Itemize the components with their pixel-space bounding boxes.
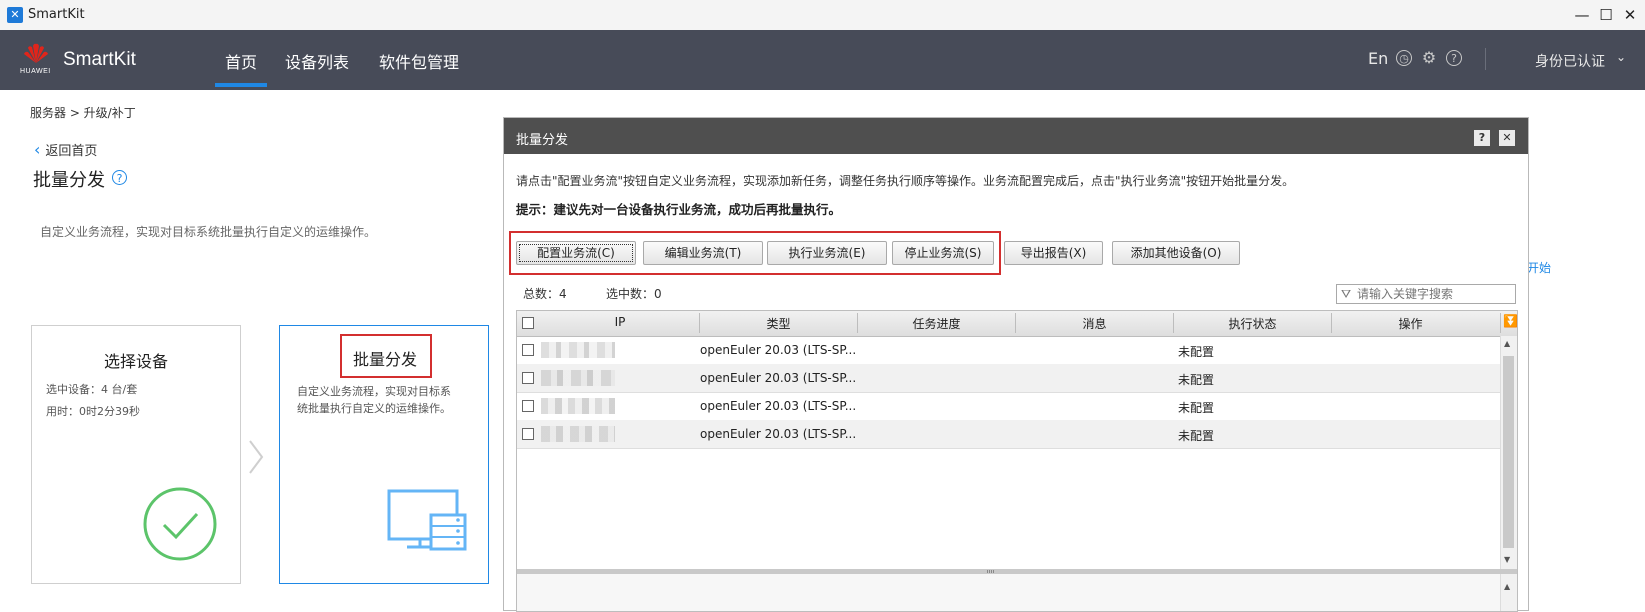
detail-pane-scrollbar[interactable]: ▲	[1500, 574, 1517, 611]
page-title: 批量分发	[33, 170, 105, 191]
active-tab-indicator	[215, 83, 267, 87]
device-type: openEuler 20.03 (LTS-SP...	[700, 343, 857, 357]
toolbox-icon: ✕	[7, 7, 23, 23]
column-header-status[interactable]: 执行状态	[1174, 315, 1331, 332]
dialog-instructions: 请点击"配置业务流"按钮自定义业务流程，实现添加新任务，调整任务执行顺序等操作。…	[516, 174, 1295, 188]
select-all-checkbox[interactable]	[522, 317, 534, 329]
chevron-left-icon: ‹	[34, 140, 41, 159]
step-card-desc-line1: 自定义业务流程，实现对目标系	[297, 385, 451, 398]
selected-device-count: 选中设备：4 台/套	[46, 383, 138, 396]
help-icon[interactable]: ?	[1474, 130, 1490, 146]
table-vertical-scrollbar[interactable]: ▲ ▼	[1500, 336, 1517, 569]
nav-divider	[1485, 48, 1486, 70]
scroll-up-icon[interactable]: ▲	[1504, 339, 1510, 348]
column-header-progress[interactable]: 任务进度	[858, 315, 1015, 332]
ip-address-redacted	[541, 426, 615, 442]
row-checkbox[interactable]	[522, 372, 534, 384]
search-box[interactable]: ⛛	[1336, 284, 1516, 304]
column-header-message[interactable]: 消息	[1016, 315, 1173, 332]
edit-workflow-button[interactable]: 编辑业务流(T)	[643, 241, 763, 265]
column-divider	[1500, 313, 1501, 333]
user-auth-status[interactable]: 身份已认证	[1535, 51, 1605, 71]
ip-address-redacted	[541, 398, 615, 414]
row-checkbox[interactable]	[522, 344, 534, 356]
back-home-link[interactable]: ‹ 返回首页	[34, 140, 97, 159]
start-link[interactable]: 开始	[1527, 259, 1551, 276]
export-report-button[interactable]: 导出报告(X)	[1004, 241, 1103, 265]
column-header-type[interactable]: 类型	[700, 315, 857, 332]
detail-pane: ▲	[517, 574, 1517, 611]
close-icon[interactable]: ✕	[1499, 130, 1515, 146]
column-chooser-icon[interactable]: ⏬	[1503, 314, 1517, 328]
execution-status: 未配置	[1178, 373, 1215, 387]
stop-workflow-button[interactable]: 停止业务流(S)	[892, 241, 994, 265]
step-card-batch-dispatch[interactable]: 批量分发 自定义业务流程，实现对目标系 统批量执行自定义的运维操作。	[279, 325, 489, 584]
window-title-bar: ✕ SmartKit — ☐ ✕	[0, 0, 1645, 31]
ip-address-redacted	[541, 342, 615, 358]
ip-address-redacted	[541, 370, 615, 386]
nav-tab-home[interactable]: 首页	[225, 49, 257, 73]
device-table: IP 类型 任务进度 消息 执行状态 操作 ⏬ openEuler 20.03 …	[516, 310, 1518, 612]
step-card-title: 批量分发	[353, 350, 418, 369]
execution-status: 未配置	[1178, 401, 1215, 415]
dialog-tip: 提示：建议先对一台设备执行业务流，成功后再批量执行。	[516, 202, 842, 217]
execute-workflow-button[interactable]: 执行业务流(E)	[767, 241, 887, 265]
close-icon[interactable]: ✕	[1619, 4, 1641, 26]
device-type: openEuler 20.03 (LTS-SP...	[700, 371, 857, 385]
nav-tab-device-list[interactable]: 设备列表	[285, 49, 349, 73]
step-card-desc-line2: 统批量执行自定义的运维操作。	[297, 402, 451, 415]
table-row[interactable]: openEuler 20.03 (LTS-SP... 未配置	[517, 364, 1500, 393]
table-row[interactable]: openEuler 20.03 (LTS-SP... 未配置	[517, 420, 1500, 449]
dialog-header: 批量分发 ? ✕	[504, 118, 1528, 154]
splitter-grip-icon	[987, 570, 995, 573]
back-home-label: 返回首页	[45, 144, 98, 159]
language-switch[interactable]: En	[1368, 49, 1388, 68]
configure-workflow-button[interactable]: 配置业务流(C)	[516, 241, 636, 265]
execution-status: 未配置	[1178, 429, 1215, 443]
clock-icon[interactable]: ◷	[1396, 50, 1412, 66]
elapsed-time: 用时：0时2分39秒	[46, 405, 140, 418]
add-device-button[interactable]: 添加其他设备(O)	[1112, 241, 1240, 265]
table-row[interactable]: openEuler 20.03 (LTS-SP... 未配置	[517, 336, 1500, 365]
chevron-right-icon	[249, 440, 264, 474]
selected-count: 选中数：0	[606, 287, 662, 301]
help-icon[interactable]: ?	[1446, 50, 1462, 66]
brand-title: SmartKit	[63, 49, 136, 70]
step-card-select-device[interactable]: 选择设备 选中设备：4 台/套 用时：0时2分39秒	[31, 325, 241, 584]
check-circle-icon	[143, 487, 217, 561]
filter-icon[interactable]: ⛛	[1341, 287, 1351, 302]
maximize-icon[interactable]: ☐	[1595, 4, 1617, 26]
column-header-ip[interactable]: IP	[541, 315, 699, 329]
nav-tab-package-management[interactable]: 软件包管理	[379, 49, 459, 73]
dialog-title: 批量分发	[516, 133, 569, 148]
device-type: openEuler 20.03 (LTS-SP...	[700, 427, 857, 441]
huawei-logo-icon	[24, 43, 48, 63]
server-monitor-icon	[387, 489, 467, 551]
row-checkbox[interactable]	[522, 400, 534, 412]
minimize-icon[interactable]: —	[1571, 4, 1593, 26]
scroll-down-icon[interactable]: ▼	[1504, 555, 1510, 564]
table-row[interactable]: openEuler 20.03 (LTS-SP... 未配置	[517, 392, 1500, 421]
batch-dispatch-dialog: 批量分发 ? ✕ 请点击"配置业务流"按钮自定义业务流程，实现添加新任务，调整任…	[503, 117, 1529, 612]
brand-subtitle: HUAWEI	[20, 68, 51, 75]
help-icon[interactable]: ?	[112, 170, 127, 185]
row-checkbox[interactable]	[522, 428, 534, 440]
table-header: IP 类型 任务进度 消息 执行状态 操作 ⏬	[517, 311, 1517, 337]
execution-status: 未配置	[1178, 345, 1215, 359]
total-count: 总数：4	[523, 287, 567, 301]
page-description: 自定义业务流程，实现对目标系统批量执行自定义的运维操作。	[40, 225, 377, 239]
gear-icon[interactable]: ⚙	[1421, 50, 1437, 66]
scroll-up-icon[interactable]: ▲	[1504, 582, 1510, 591]
search-input[interactable]	[1357, 286, 1511, 302]
top-navigation-bar: HUAWEI SmartKit 首页 设备列表 软件包管理 En ◷ ⚙ ? 身…	[0, 30, 1645, 90]
chevron-down-icon[interactable]: ⌄	[1616, 50, 1626, 64]
scrollbar-thumb[interactable]	[1503, 356, 1514, 548]
step-card-title: 选择设备	[104, 352, 169, 371]
column-header-actions[interactable]: 操作	[1332, 315, 1489, 332]
breadcrumb: 服务器 > 升级/补丁	[30, 106, 136, 120]
window-title: SmartKit	[28, 7, 85, 22]
device-type: openEuler 20.03 (LTS-SP...	[700, 399, 857, 413]
